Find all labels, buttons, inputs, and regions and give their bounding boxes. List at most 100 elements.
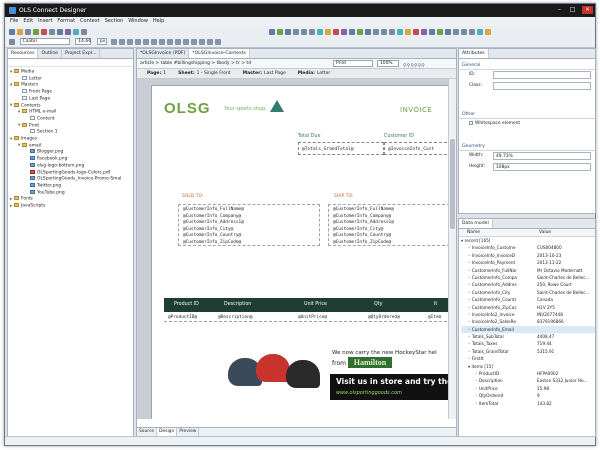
- data-model-row[interactable]: ◦ CustomerInfo_City Saint-Charles de Bell…: [461, 289, 595, 296]
- tree-item[interactable]: OLSportingGoods-logo-Colors.pdf: [10, 169, 131, 177]
- tab-design[interactable]: Design: [157, 428, 178, 436]
- data-model-row[interactable]: ◦ UnitPrice 15.98: [461, 385, 595, 392]
- editor-vertical-scrollbar[interactable]: [448, 79, 456, 419]
- toolbar-icon-right-1[interactable]: [269, 29, 275, 35]
- tree-item[interactable]: ▾ Masters: [10, 82, 131, 89]
- data-model-row[interactable]: ◦ FirstIt: [461, 355, 595, 362]
- tree-item[interactable]: Facebook.png: [10, 156, 131, 163]
- toolbar-icon-7[interactable]: [57, 29, 63, 35]
- toolbar-icon-right-14[interactable]: [373, 29, 379, 35]
- tree-item[interactable]: OLSportingGoods_Invoice-Promo-Smal: [10, 176, 131, 183]
- menu-format[interactable]: Format: [57, 17, 75, 26]
- table-row[interactable]: @ProductID@ @Description@ @UnitPrice@ @QtyO…: [164, 314, 449, 322]
- scroll-thumb[interactable]: [450, 139, 455, 229]
- toolbar-icon-5[interactable]: [41, 29, 47, 35]
- font-unit-select[interactable]: px: [96, 38, 107, 45]
- tab-attributes[interactable]: Attributes: [459, 49, 489, 58]
- customer-id-field[interactable]: @InvoiceInfo_Cust: [384, 142, 449, 155]
- data-model-row[interactable]: ◦ Totals_GrandTotal 5315.91: [461, 348, 595, 355]
- data-model-row[interactable]: ◦ CustomerInfo_Compa Saint-Charles de Bel…: [461, 274, 595, 281]
- justify-icon[interactable]: [159, 39, 166, 45]
- menu-file[interactable]: File: [10, 17, 18, 26]
- tab-outline[interactable]: Outline: [38, 49, 63, 58]
- toolbar-icon-right-26[interactable]: [469, 29, 475, 35]
- tab-resources[interactable]: Resources: [8, 49, 39, 58]
- tree-item[interactable]: Last Page: [10, 95, 131, 103]
- mode-select[interactable]: Print: [333, 60, 373, 67]
- toolbar-icon-right-27[interactable]: [477, 29, 483, 35]
- font-family-select[interactable]: Calibri: [19, 38, 70, 45]
- tree-item[interactable]: ▸ Fonts: [10, 196, 131, 203]
- toolbar-icon-right-4[interactable]: [293, 29, 299, 35]
- editor-tab-2[interactable]: *OLSGInvoice-Contexts: [189, 49, 250, 58]
- ship-to-address[interactable]: @CustomerInfo_FullName@ @CustomerInfo_Com…: [328, 204, 449, 246]
- toolbar-icon-1[interactable]: [9, 29, 15, 35]
- toolbar-icon-right-21[interactable]: [429, 29, 435, 35]
- font-size-select[interactable]: 14.66: [75, 38, 92, 45]
- italic-icon[interactable]: [119, 39, 126, 45]
- underline-icon[interactable]: [127, 39, 134, 45]
- data-model-row[interactable]: ◦ CustomerInfo_FullNar Mr Octavio Moderno…: [461, 267, 595, 274]
- tree-item[interactable]: YouTube.png: [10, 189, 131, 197]
- geometry-section[interactable]: Geometry: [459, 142, 595, 151]
- close-icon[interactable]: ×: [582, 6, 593, 14]
- toolbar-icon-right-5[interactable]: [301, 29, 307, 35]
- data-model-row[interactable]: ◦ InvoiceInfo2_Invoice INV2077448: [461, 311, 595, 318]
- tree-item[interactable]: ▾ Media: [10, 69, 131, 76]
- data-model-row[interactable]: ◦ ItemTotal 143.82: [461, 400, 595, 407]
- data-model-row[interactable]: ◦ InvoiceInfo_InvoiceD 2013-10-23: [461, 252, 595, 259]
- data-model-row[interactable]: ◦ Totals_SubTotal 4408.47: [461, 333, 595, 340]
- data-model-row[interactable]: ◦ InvoiceInfo_Custome CUS004800: [461, 244, 595, 251]
- data-model-row[interactable]: ◦ CustomerInfo_Countr Canada: [461, 296, 595, 303]
- tab-source[interactable]: Source: [137, 428, 158, 436]
- tree-item[interactable]: Letter: [10, 75, 131, 83]
- highlight-icon[interactable]: [191, 39, 198, 45]
- toolbar-icon-6[interactable]: [49, 29, 55, 35]
- tree-item[interactable]: Blogger.png: [10, 149, 131, 156]
- table-icon[interactable]: [207, 39, 214, 45]
- menu-edit[interactable]: Edit: [23, 17, 33, 26]
- toolbar-icon-right-18[interactable]: [405, 29, 411, 35]
- align-center-icon[interactable]: [143, 39, 150, 45]
- toolbar-icon-right-10[interactable]: [341, 29, 347, 35]
- indent-icon[interactable]: [175, 39, 182, 45]
- menu-help[interactable]: Help: [153, 17, 164, 26]
- height-input[interactable]: 108px: [493, 163, 591, 171]
- data-model-row[interactable]: ◦ CustomerInfo_Email: [461, 325, 595, 334]
- data-model-row[interactable]: ◦ Totals_Taxes 719.44: [461, 340, 595, 347]
- tree-item[interactable]: olsg-logo-bottom.png: [10, 162, 131, 170]
- toolbar-icon-right-13[interactable]: [365, 29, 371, 35]
- align-left-icon[interactable]: [135, 39, 142, 45]
- menu-section[interactable]: Section: [105, 17, 124, 26]
- tree-item[interactable]: Content: [10, 115, 131, 123]
- toolbar-icon-right-15[interactable]: [381, 29, 387, 35]
- align-right-icon[interactable]: [151, 39, 158, 45]
- color-icon[interactable]: [183, 39, 190, 45]
- style-icon[interactable]: [9, 39, 15, 45]
- toolbar-icon-right-11[interactable]: [349, 29, 355, 35]
- menu-window[interactable]: Window: [128, 17, 148, 26]
- tab-project-expl[interactable]: Project Expl...: [62, 49, 101, 58]
- toolbar-icon-2[interactable]: [17, 29, 23, 35]
- toolbar-icon-right-8[interactable]: [325, 29, 331, 35]
- tree-item[interactable]: ▾ HTML e-mail: [10, 109, 131, 116]
- toolbar-icon-right-19[interactable]: [413, 29, 419, 35]
- toolbar-icon-right-24[interactable]: [453, 29, 459, 35]
- toolbar-icon-right-12[interactable]: [357, 29, 363, 35]
- whitespace-checkbox[interactable]: [469, 120, 473, 125]
- toolbar-icon-10[interactable]: [81, 29, 87, 35]
- data-model-row[interactable]: ◦ ProductID HFPA0002: [461, 370, 595, 377]
- data-model-row[interactable]: ◦ Description Easton S332 Junior Ho...: [461, 377, 595, 384]
- class-input[interactable]: [493, 82, 591, 90]
- toolbar-icon-right-9[interactable]: [333, 29, 339, 35]
- document-page[interactable]: OLSG Your sports shop. INVOICE Total Due…: [151, 85, 449, 419]
- toolbar-icon-right-28[interactable]: [485, 29, 491, 35]
- data-model-row[interactable]: ◦ CustomerInfo_ZipCoc H1V 2Y5: [461, 304, 595, 311]
- design-canvas[interactable]: OLSG Your sports shop. INVOICE Total Due…: [137, 79, 449, 419]
- tree-item[interactable]: Twitter.png: [10, 182, 131, 190]
- toolbar-icon-right-22[interactable]: [437, 29, 443, 35]
- link-icon[interactable]: [199, 39, 206, 45]
- menu-insert[interactable]: Insert: [38, 17, 52, 26]
- toolbar-icon-right-17[interactable]: [397, 29, 403, 35]
- image-icon[interactable]: [215, 39, 222, 45]
